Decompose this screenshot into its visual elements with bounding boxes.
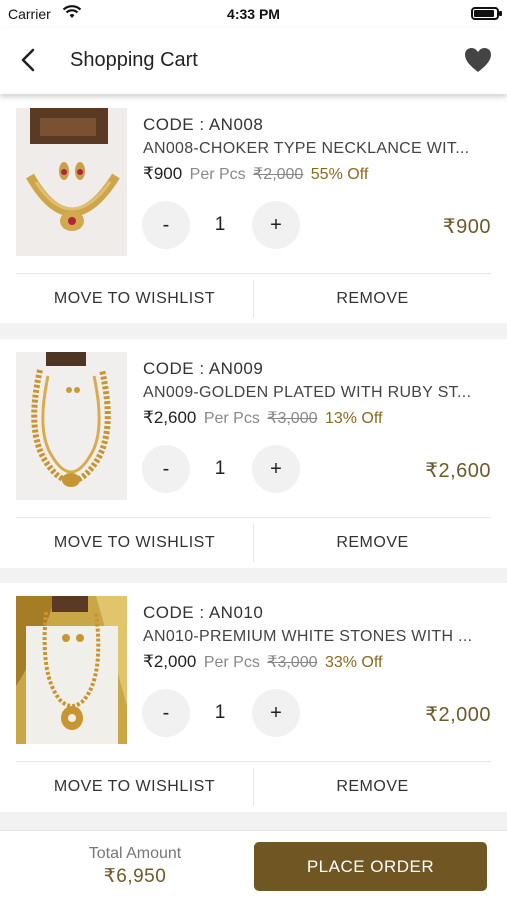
move-to-wishlist-button[interactable]: MOVE TO WISHLIST <box>16 778 253 796</box>
remove-button[interactable]: REMOVE <box>254 290 491 308</box>
line-total: ₹2,600 <box>425 460 491 482</box>
move-to-wishlist-button[interactable]: MOVE TO WISHLIST <box>16 534 253 552</box>
product-code: CODE : AN009 <box>143 359 264 378</box>
product-image[interactable] <box>16 352 127 500</box>
discount-label: 55% Off <box>310 166 369 183</box>
discount-label: 13% Off <box>324 410 383 427</box>
cart-item: CODE : AN010 AN010-PREMIUM WHITE STONES … <box>0 583 507 812</box>
total-amount-label: Total Amount <box>88 845 182 862</box>
remove-button[interactable]: REMOVE <box>254 534 491 552</box>
per-unit-label: Per Pcs <box>203 410 260 427</box>
divider <box>16 273 491 274</box>
decrease-quantity-button[interactable]: - <box>142 689 190 737</box>
quantity-value: 1 <box>214 458 226 479</box>
move-to-wishlist-button[interactable]: MOVE TO WISHLIST <box>16 290 253 308</box>
increase-quantity-button[interactable]: + <box>252 445 300 493</box>
decrease-quantity-button[interactable]: - <box>142 445 190 493</box>
quantity-value: 1 <box>214 214 226 235</box>
status-bar: Carrier 4:33 PM <box>0 0 507 28</box>
remove-button[interactable]: REMOVE <box>254 778 491 796</box>
price-line: ₹900 Per Pcs ₹2,000 55% Off <box>143 164 368 184</box>
product-image[interactable] <box>16 108 127 256</box>
cart-list[interactable]: CODE : AN008 AN008-CHOKER TYPE NECKLANCE… <box>0 94 507 830</box>
decrease-quantity-button[interactable]: - <box>142 201 190 249</box>
nav-bar: Shopping Cart <box>0 28 507 94</box>
divider <box>16 517 491 518</box>
battery-icon <box>471 7 502 20</box>
line-total: ₹2,000 <box>425 704 491 726</box>
total-amount-value: ₹6,950 <box>103 866 167 887</box>
original-price: ₹3,000 <box>267 654 318 671</box>
product-code: CODE : AN008 <box>143 115 264 134</box>
price-line: ₹2,600 Per Pcs ₹3,000 13% Off <box>143 408 382 428</box>
checkout-footer: Total Amount ₹6,950 PLACE ORDER <box>0 830 507 900</box>
unit-price: ₹900 <box>143 164 183 183</box>
line-total: ₹900 <box>442 216 491 238</box>
back-arrow-icon[interactable] <box>14 45 42 75</box>
product-code: CODE : AN010 <box>143 603 264 622</box>
product-name[interactable]: AN010-PREMIUM WHITE STONES WITH ... <box>143 628 493 646</box>
original-price: ₹3,000 <box>267 410 318 427</box>
unit-price: ₹2,000 <box>143 652 197 671</box>
cart-item: CODE : AN008 AN008-CHOKER TYPE NECKLANCE… <box>0 94 507 323</box>
increase-quantity-button[interactable]: + <box>252 689 300 737</box>
per-unit-label: Per Pcs <box>189 166 246 183</box>
unit-price: ₹2,600 <box>143 408 197 427</box>
divider <box>16 761 491 762</box>
product-name[interactable]: AN008-CHOKER TYPE NECKLANCE WIT... <box>143 140 493 158</box>
place-order-button[interactable]: PLACE ORDER <box>254 842 487 891</box>
status-time: 4:33 PM <box>227 6 280 22</box>
increase-quantity-button[interactable]: + <box>252 201 300 249</box>
cart-item: CODE : AN009 AN009-GOLDEN PLATED WITH RU… <box>0 339 507 568</box>
original-price: ₹2,000 <box>253 166 304 183</box>
price-line: ₹2,000 Per Pcs ₹3,000 33% Off <box>143 652 382 672</box>
quantity-value: 1 <box>214 702 226 723</box>
heart-icon[interactable] <box>463 46 493 74</box>
per-unit-label: Per Pcs <box>203 654 260 671</box>
product-image[interactable] <box>16 596 127 744</box>
product-name[interactable]: AN009-GOLDEN PLATED WITH RUBY ST... <box>143 384 493 402</box>
page-title: Shopping Cart <box>70 49 198 71</box>
discount-label: 33% Off <box>324 654 383 671</box>
